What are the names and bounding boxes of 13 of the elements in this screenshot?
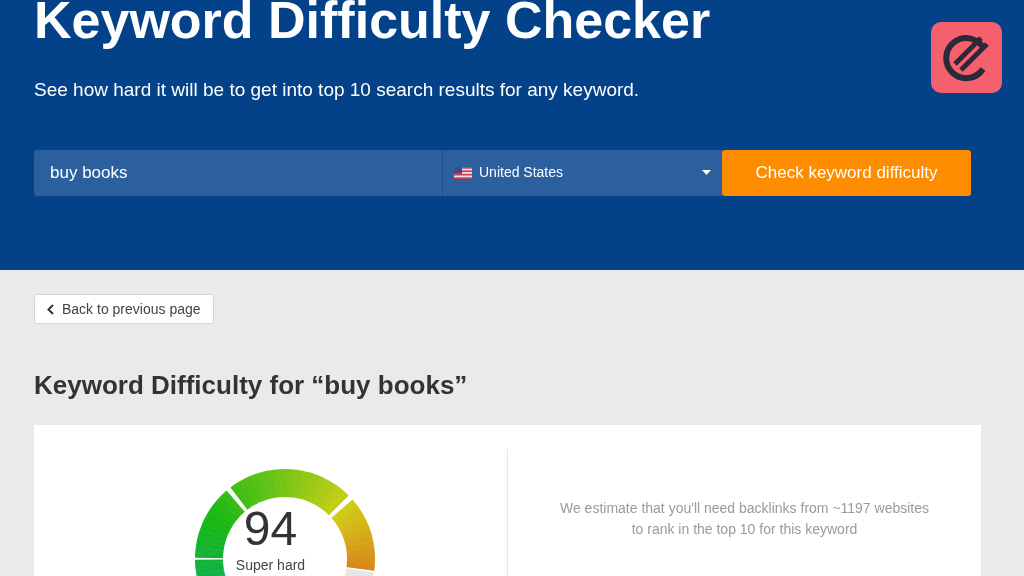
country-select[interactable]: United States xyxy=(442,149,722,196)
section-heading: Keyword Difficulty for “buy books” xyxy=(34,369,468,402)
us-flag-icon xyxy=(454,166,472,179)
page-subtitle: See how hard it will be to get into top 10 search results for any keyword. xyxy=(34,78,640,102)
backlinks-estimate: We estimate that you'll need backlinks from ~1197 websites to rank in the top 10 for this keyword xyxy=(558,499,931,539)
difficulty-label: Super hard xyxy=(235,557,306,573)
keyword-input[interactable]: buy books xyxy=(34,149,442,196)
gauge-track xyxy=(342,568,374,576)
difficulty-score: 94 xyxy=(243,505,298,553)
dropdown-caret-icon xyxy=(702,170,711,175)
chevron-left-icon xyxy=(47,303,54,315)
back-button[interactable]: Back to previous page xyxy=(34,294,214,324)
logo-icon xyxy=(931,22,1002,93)
